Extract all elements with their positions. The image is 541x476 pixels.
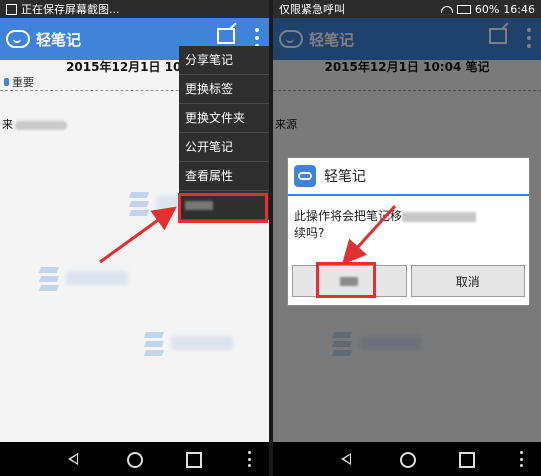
annotation-arrows (99, 204, 397, 265)
pointer-arrow (99, 206, 177, 264)
pointer-arrow (341, 204, 397, 265)
